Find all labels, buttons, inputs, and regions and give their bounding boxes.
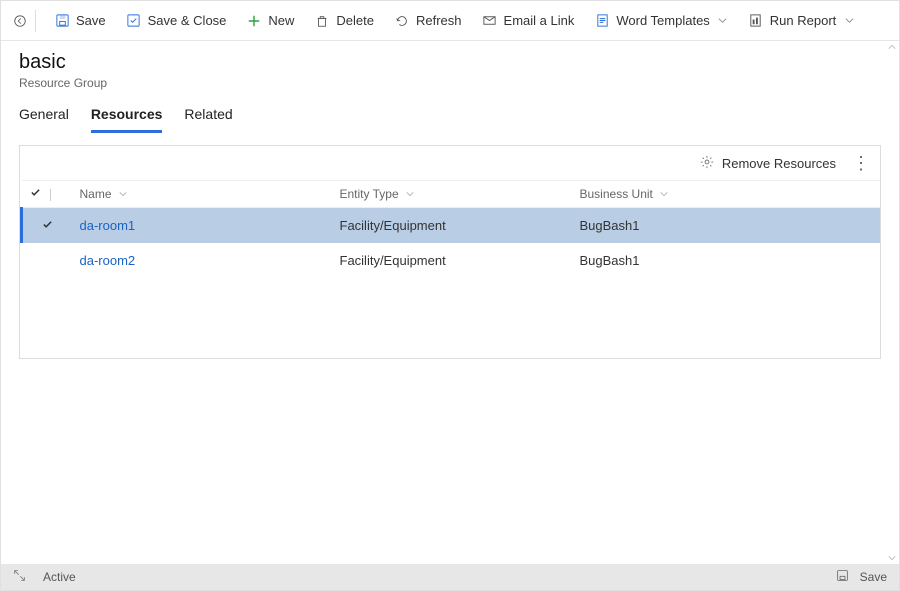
record-header: basic Resource Group	[1, 41, 899, 94]
footer-save-label: Save	[860, 570, 887, 584]
column-header-name[interactable]: Name	[72, 181, 332, 208]
tab-resources[interactable]: Resources	[91, 102, 163, 133]
word-templates-button[interactable]: Word Templates	[586, 9, 735, 33]
delete-label: Delete	[336, 13, 374, 28]
refresh-button[interactable]: Refresh	[386, 9, 470, 33]
remove-resources-label: Remove Resources	[722, 156, 836, 171]
save-icon	[836, 569, 852, 585]
grid-row[interactable]: da-room2 Facility/Equipment BugBash1	[22, 243, 881, 278]
email-label: Email a Link	[504, 13, 575, 28]
check-icon	[30, 187, 44, 201]
chevron-down-icon	[119, 190, 129, 200]
expand-icon[interactable]	[13, 569, 29, 585]
record-entity-label: Resource Group	[19, 76, 881, 90]
trash-icon	[314, 13, 330, 29]
status-bar: Active Save	[1, 564, 899, 590]
chevron-down-icon	[718, 16, 728, 26]
save-button[interactable]: Save	[46, 9, 114, 33]
tab-general[interactable]: General	[19, 102, 69, 133]
new-label: New	[268, 13, 294, 28]
footer-save-button[interactable]: Save	[836, 569, 887, 585]
remove-resources-button[interactable]: Remove Resources	[700, 155, 836, 172]
save-label: Save	[76, 13, 106, 28]
back-icon[interactable]	[11, 14, 29, 28]
email-link-button[interactable]: Email a Link	[474, 9, 583, 33]
cell-name[interactable]: da-room1	[72, 208, 332, 244]
vertical-scrollbar[interactable]	[887, 41, 897, 564]
save-and-close-button[interactable]: Save & Close	[118, 9, 235, 33]
word-templates-label: Word Templates	[616, 13, 709, 28]
scroll-up-icon[interactable]	[887, 41, 897, 53]
run-report-button[interactable]: Run Report	[740, 9, 862, 33]
grid-row[interactable]: da-room1 Facility/Equipment BugBash1	[22, 208, 881, 244]
cell-name[interactable]: da-room2	[72, 243, 332, 278]
tabstrip: General Resources Related	[1, 94, 899, 133]
status-text: Active	[43, 570, 76, 584]
cell-entity-type: Facility/Equipment	[332, 243, 572, 278]
cell-business-unit: BugBash1	[572, 208, 881, 244]
gear-icon	[700, 155, 714, 172]
save-icon	[54, 13, 70, 29]
scroll-down-icon[interactable]	[887, 552, 897, 564]
select-all-header[interactable]	[22, 181, 72, 208]
check-icon	[42, 218, 53, 233]
save-close-icon	[126, 13, 142, 29]
more-commands-button[interactable]: ⋮	[852, 154, 870, 172]
toolbar-separator	[35, 10, 36, 32]
word-icon	[594, 13, 610, 29]
email-icon	[482, 13, 498, 29]
run-report-label: Run Report	[770, 13, 836, 28]
content-area: basic Resource Group General Resources R…	[1, 41, 899, 564]
chevron-down-icon	[660, 190, 670, 200]
chevron-down-icon	[844, 16, 854, 26]
column-header-entity-type[interactable]: Entity Type	[332, 181, 572, 208]
chevron-down-icon	[406, 190, 416, 200]
new-button[interactable]: New	[238, 9, 302, 33]
grid-header-row: Name Entity Type Business Unit	[22, 181, 881, 208]
refresh-icon	[394, 13, 410, 29]
cell-business-unit: BugBash1	[572, 243, 881, 278]
cell-entity-type: Facility/Equipment	[332, 208, 572, 244]
resources-subgrid: Remove Resources ⋮	[19, 145, 881, 359]
refresh-label: Refresh	[416, 13, 462, 28]
save-close-label: Save & Close	[148, 13, 227, 28]
command-bar: Save Save & Close New Delete Refresh	[1, 1, 899, 41]
plus-icon	[246, 13, 262, 29]
report-icon	[748, 13, 764, 29]
tab-related[interactable]: Related	[184, 102, 232, 133]
column-header-business-unit[interactable]: Business Unit	[572, 181, 881, 208]
resources-grid: Name Entity Type Business Unit	[20, 180, 880, 278]
record-title: basic	[19, 51, 881, 74]
delete-button[interactable]: Delete	[306, 9, 382, 33]
